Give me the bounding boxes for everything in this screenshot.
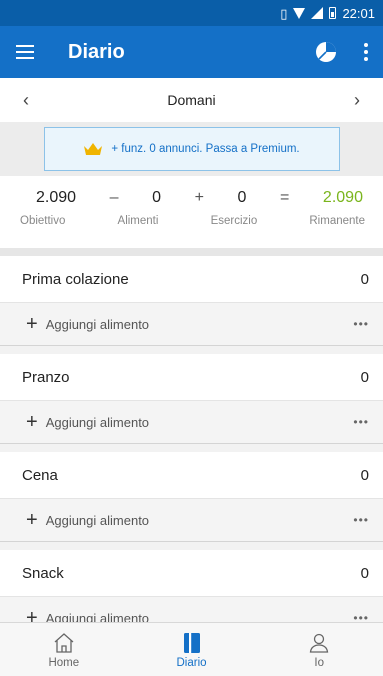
plus-icon: + [26,509,38,531]
meal-section-breakfast: Prima colazione 0 + Aggiungi alimento ••… [0,256,383,346]
menu-icon[interactable] [16,40,40,64]
diary-book-icon [183,632,200,653]
add-food-row[interactable]: + Aggiungi alimento ••• [0,498,383,542]
pie-chart-icon[interactable] [315,41,337,63]
premium-banner-text: + funz. 0 annunci. Passa a Premium. [111,143,300,155]
equals-sign: = [280,189,290,206]
premium-banner[interactable]: + funz. 0 annunci. Passa a Premium. [43,127,340,171]
meal-calories: 0 [360,270,369,288]
meal-name: Cena [22,466,58,484]
page-title: Diario [68,40,125,63]
wifi-icon [293,7,306,19]
exercise-label: Esercizio [210,215,258,227]
add-food-row[interactable]: + Aggiungi alimento ••• [0,400,383,444]
meal-name: Pranzo [22,368,70,386]
exercise-value: 0 [237,189,247,206]
nav-diary-label: Diario [176,656,207,669]
food-value: 0 [152,189,162,206]
goal-label: Obiettivo [20,215,66,227]
battery-icon [329,7,337,19]
meal-header[interactable]: Prima colazione 0 [0,256,383,302]
person-icon [309,633,329,653]
nav-me-label: Io [314,656,324,669]
status-time: 22:01 [342,5,375,21]
more-options-icon[interactable]: ••• [353,317,369,331]
meal-header[interactable]: Snack 0 [0,550,383,596]
date-navigator: ‹ Domani › [0,78,383,122]
add-food-label: Aggiungi alimento [45,316,150,332]
app-bar: Diario [0,26,383,78]
food-label: Alimenti [117,215,159,227]
goal-value: 2.090 [36,189,77,206]
more-options-icon[interactable]: ••• [353,415,369,429]
meal-calories: 0 [360,466,369,484]
meal-name: Snack [22,564,64,582]
vibrate-icon: ▯ [280,5,288,21]
meal-list: Prima colazione 0 + Aggiungi alimento ••… [0,256,383,640]
nav-home-label: Home [48,656,80,669]
plus-icon: + [26,313,38,335]
crown-icon [84,143,103,155]
signal-icon [311,7,324,19]
meal-calories: 0 [360,368,369,386]
nav-me[interactable]: Io [255,623,383,676]
meal-name: Prima colazione [22,270,129,288]
minus-sign: – [109,189,119,206]
date-label[interactable]: Domani [167,92,215,108]
meal-header[interactable]: Pranzo 0 [0,354,383,400]
add-food-label: Aggiungi alimento [45,414,150,430]
previous-day-button[interactable]: ‹ [16,90,36,111]
nav-diary[interactable]: Diario [128,623,256,676]
calorie-summary[interactable]: 2.090 – 0 + 0 = 2.090 Obiettivo Alimenti… [0,176,383,248]
bottom-navigation: Home Diario Io [0,622,383,676]
remaining-label: Rimanente [309,215,365,227]
add-food-label: Aggiungi alimento [45,512,150,528]
promo-area: + funz. 0 annunci. Passa a Premium. [0,122,383,176]
status-bar: ▯ 22:01 [0,0,383,26]
plus-sign: + [194,189,204,206]
remaining-value: 2.090 [322,189,363,206]
meal-section-lunch: Pranzo 0 + Aggiungi alimento ••• [0,354,383,444]
next-day-button[interactable]: › [347,90,367,111]
meal-section-dinner: Cena 0 + Aggiungi alimento ••• [0,452,383,542]
add-food-row[interactable]: + Aggiungi alimento ••• [0,302,383,346]
more-options-icon[interactable]: ••• [353,513,369,527]
plus-icon: + [26,411,38,433]
overflow-menu-icon[interactable] [363,43,369,61]
home-icon [54,632,74,653]
meal-header[interactable]: Cena 0 [0,452,383,498]
nav-home[interactable]: Home [0,623,128,676]
meal-calories: 0 [360,564,369,582]
